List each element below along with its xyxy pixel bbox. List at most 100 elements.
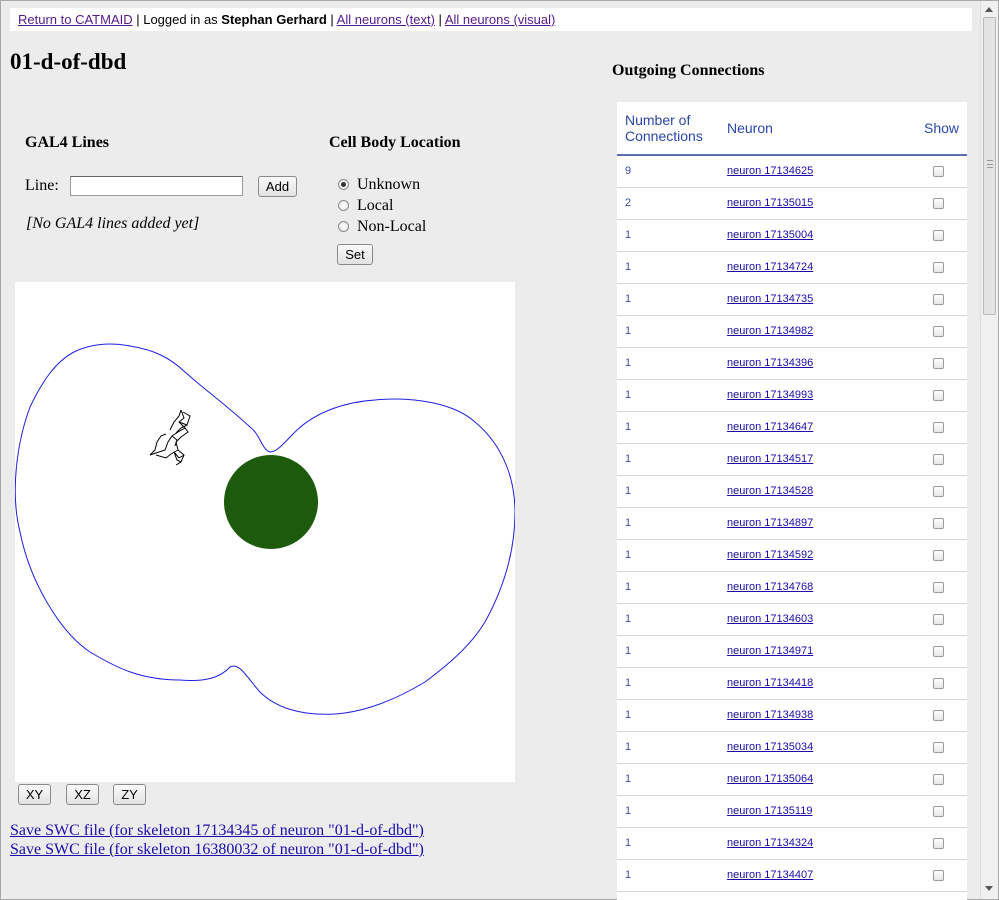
show-checkbox[interactable] bbox=[933, 422, 944, 433]
neuron-link[interactable]: neuron 17134418 bbox=[727, 677, 813, 689]
show-checkbox[interactable] bbox=[933, 262, 944, 273]
show-checkbox[interactable] bbox=[933, 870, 944, 881]
neuron-link[interactable]: neuron 17134938 bbox=[727, 709, 813, 721]
show-checkbox[interactable] bbox=[933, 678, 944, 689]
neuron-link[interactable]: neuron 17134897 bbox=[727, 517, 813, 529]
neuron-link[interactable]: neuron 17135004 bbox=[727, 229, 813, 241]
show-checkbox[interactable] bbox=[933, 742, 944, 753]
neuron-link[interactable]: neuron 17134768 bbox=[727, 581, 813, 593]
scroll-thumb[interactable] bbox=[983, 17, 996, 315]
show-checkbox[interactable] bbox=[933, 326, 944, 337]
show-checkbox[interactable] bbox=[933, 774, 944, 785]
view-xy-button[interactable]: XY bbox=[18, 784, 51, 805]
view-zy-button[interactable]: ZY bbox=[113, 784, 146, 805]
show-checkbox[interactable] bbox=[933, 454, 944, 465]
neuron-link[interactable]: neuron 17134625 bbox=[727, 165, 813, 177]
neuron-link[interactable]: neuron 17135034 bbox=[727, 741, 813, 753]
all-neurons-text-link[interactable]: All neurons (text) bbox=[337, 12, 435, 27]
radio-option-unknown[interactable]: Unknown bbox=[338, 175, 420, 195]
line-label: Line: bbox=[25, 177, 59, 194]
return-to-catmaid-link[interactable]: Return to CATMAID bbox=[18, 12, 133, 27]
show-checkbox[interactable] bbox=[933, 390, 944, 401]
table-row: 1 neuron 17134938 bbox=[617, 700, 967, 732]
neuron-link[interactable]: neuron 17134982 bbox=[727, 325, 813, 337]
connection-count: 1 bbox=[625, 837, 632, 849]
neuron-3d-viewer[interactable] bbox=[14, 282, 516, 782]
show-checkbox[interactable] bbox=[933, 582, 944, 593]
show-checkbox[interactable] bbox=[933, 230, 944, 241]
view-xz-button[interactable]: XZ bbox=[66, 784, 99, 805]
connection-count: 1 bbox=[625, 581, 632, 593]
outgoing-connections-heading: Outgoing Connections bbox=[612, 62, 765, 79]
table-row: 1 neuron 17134592 bbox=[617, 540, 967, 572]
neuron-link[interactable]: neuron 17134407 bbox=[727, 869, 813, 881]
connection-count: 1 bbox=[625, 229, 632, 241]
table-row: 1 neuron 17135119 bbox=[617, 796, 967, 828]
connection-count: 2 bbox=[625, 197, 632, 209]
neuron-link[interactable]: neuron 17134517 bbox=[727, 453, 813, 465]
neuron-link[interactable]: neuron 17134647 bbox=[727, 421, 813, 433]
add-gal4-button[interactable]: Add bbox=[258, 176, 297, 197]
connection-count: 1 bbox=[625, 293, 632, 305]
gal4-line-input[interactable] bbox=[70, 176, 243, 196]
neuron-link[interactable]: neuron 17134724 bbox=[727, 261, 813, 273]
save-swc-link-skeleton-16380032[interactable]: Save SWC file (for skeleton 16380032 of … bbox=[10, 841, 424, 859]
show-checkbox[interactable] bbox=[933, 838, 944, 849]
neuron-render[interactable] bbox=[14, 282, 516, 782]
radio-option-non-local[interactable]: Non-Local bbox=[338, 217, 426, 237]
page-scrollbar[interactable] bbox=[980, 1, 998, 899]
connection-count: 1 bbox=[625, 773, 632, 785]
connection-count: 1 bbox=[625, 805, 632, 817]
neuron-link[interactable]: neuron 17134396 bbox=[727, 357, 813, 369]
neuron-link[interactable]: neuron 17135119 bbox=[727, 805, 812, 817]
column-header-count[interactable]: Number of Connections bbox=[625, 112, 715, 144]
table-header: Number of Connections Neuron Show bbox=[617, 102, 967, 156]
show-checkbox[interactable] bbox=[933, 294, 944, 305]
show-checkbox[interactable] bbox=[933, 710, 944, 721]
connection-count: 1 bbox=[625, 389, 632, 401]
column-header-show[interactable]: Show bbox=[924, 120, 959, 136]
show-checkbox[interactable] bbox=[933, 550, 944, 561]
set-cell-body-button[interactable]: Set bbox=[337, 244, 373, 265]
all-neurons-visual-link[interactable]: All neurons (visual) bbox=[445, 12, 556, 27]
radio-button[interactable] bbox=[338, 200, 349, 211]
connection-count: 1 bbox=[625, 261, 632, 273]
radio-option-local[interactable]: Local bbox=[338, 196, 393, 216]
connection-count: 1 bbox=[625, 357, 632, 369]
show-checkbox[interactable] bbox=[933, 646, 944, 657]
neuron-link[interactable]: neuron 17134528 bbox=[727, 485, 813, 497]
save-swc-link-skeleton-17134345[interactable]: Save SWC file (for skeleton 17134345 of … bbox=[10, 822, 424, 840]
show-checkbox[interactable] bbox=[933, 486, 944, 497]
show-checkbox[interactable] bbox=[933, 198, 944, 209]
table-row: 1 neuron 17135034 bbox=[617, 732, 967, 764]
neuron-link[interactable]: neuron 17135015 bbox=[727, 197, 813, 209]
neuron-link[interactable]: neuron 17134993 bbox=[727, 389, 813, 401]
show-checkbox[interactable] bbox=[933, 166, 944, 177]
show-checkbox[interactable] bbox=[933, 614, 944, 625]
connection-count: 1 bbox=[625, 869, 632, 881]
show-checkbox[interactable] bbox=[933, 518, 944, 529]
connection-count: 1 bbox=[625, 613, 632, 625]
neuron-link[interactable]: neuron 17134592 bbox=[727, 549, 813, 561]
cell-body-location-heading: Cell Body Location bbox=[329, 134, 461, 151]
separator: | bbox=[434, 12, 445, 27]
neuron-skeleton bbox=[149, 409, 191, 466]
neuron-link[interactable]: neuron 17134324 bbox=[727, 837, 813, 849]
radio-button[interactable] bbox=[338, 179, 349, 190]
column-header-neuron[interactable]: Neuron bbox=[727, 120, 773, 136]
show-checkbox[interactable] bbox=[933, 358, 944, 369]
scroll-up-arrow-icon[interactable] bbox=[985, 7, 993, 12]
table-row: 9 neuron 17134625 bbox=[617, 156, 967, 188]
connection-count: 1 bbox=[625, 709, 632, 721]
neuron-link[interactable]: neuron 17135064 bbox=[727, 773, 813, 785]
table-row: 1 neuron 17134407 bbox=[617, 860, 967, 892]
neuron-link[interactable]: neuron 17134603 bbox=[727, 613, 813, 625]
connection-count: 1 bbox=[625, 453, 632, 465]
scroll-down-arrow-icon[interactable] bbox=[985, 886, 993, 891]
connection-count: 1 bbox=[625, 517, 632, 529]
radio-button[interactable] bbox=[338, 221, 349, 232]
gal4-heading: GAL4 Lines bbox=[25, 134, 110, 151]
neuron-link[interactable]: neuron 17134971 bbox=[727, 645, 813, 657]
neuron-link[interactable]: neuron 17134735 bbox=[727, 293, 813, 305]
show-checkbox[interactable] bbox=[933, 806, 944, 817]
